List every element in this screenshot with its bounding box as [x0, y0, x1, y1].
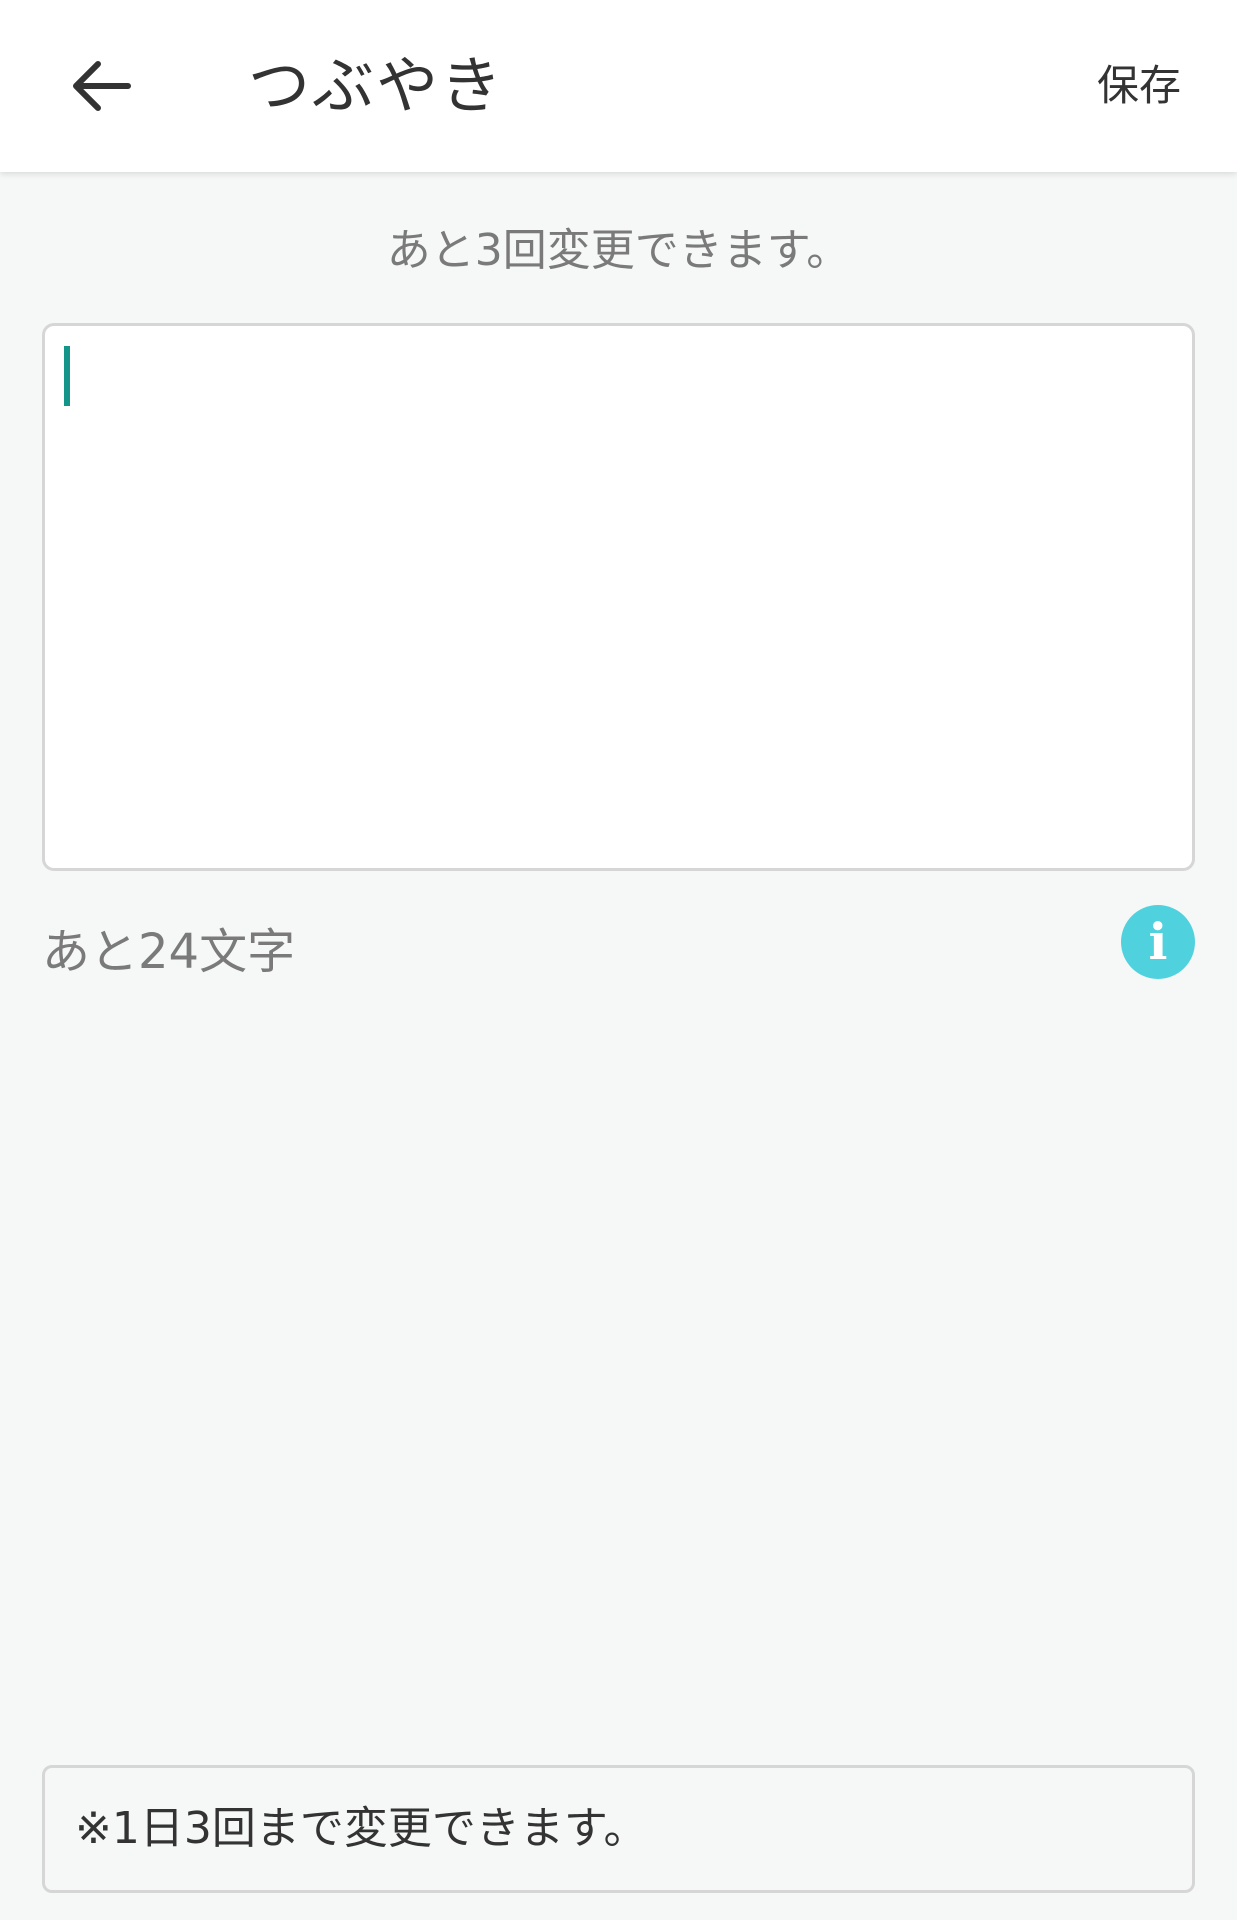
- notice-box: ※1日3回まで変更できます。: [42, 1765, 1195, 1893]
- notice-text: ※1日3回まで変更できます。: [75, 1803, 648, 1854]
- back-button[interactable]: [50, 36, 150, 136]
- tweet-input-box[interactable]: [42, 323, 1195, 871]
- app-bar: つぶやき 保存: [0, 0, 1237, 172]
- arrow-left-icon: [73, 61, 131, 111]
- tweet-input[interactable]: [45, 326, 1192, 868]
- save-button[interactable]: 保存: [1097, 36, 1181, 136]
- text-cursor: [64, 346, 70, 406]
- info-button[interactable]: i: [1121, 905, 1195, 979]
- info-icon: i: [1148, 912, 1168, 971]
- remaining-chars-counter: あと24文字: [42, 924, 296, 980]
- page-title: つぶやき: [248, 49, 505, 122]
- remaining-changes-text: あと3回変更できます。: [386, 225, 851, 276]
